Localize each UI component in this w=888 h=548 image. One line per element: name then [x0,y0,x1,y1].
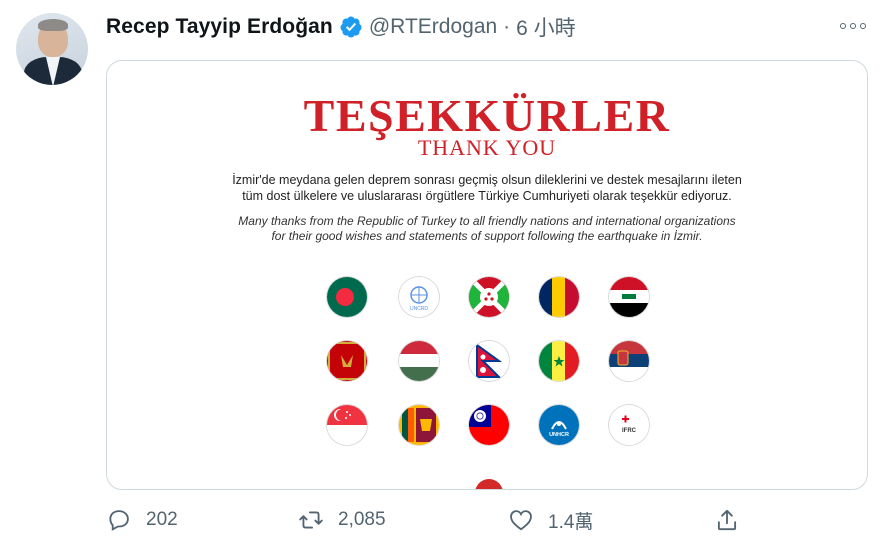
reply-count: 202 [146,509,178,530]
avatar-hair [38,19,68,31]
image-subtitle: THANK YOU [417,135,557,160]
user-handle[interactable]: @RTErdogan [369,15,497,39]
turkish-message: İzmir'de meydana gelen deprem sonrası ge… [197,172,777,204]
retweet-count: 2,085 [338,509,386,530]
flag-chad-icon [539,277,579,317]
un-label: UNCRD [410,306,428,312]
flag-ifrc-icon: IFRC [609,405,649,445]
flag-serbia-icon [609,341,649,381]
flag-un-icon: UNCRD [399,277,439,317]
heart-icon [510,510,532,531]
ifrc-label: IFRC [622,428,637,434]
flag-montenegro-icon [327,341,367,381]
more-dot [860,23,866,29]
display-name[interactable]: Recep Tayyip Erdoğan [106,15,333,39]
profile-avatar[interactable] [16,13,88,85]
english-line: Many thanks from the Republic of Turkey … [238,214,736,228]
flag-nepal-icon [469,341,509,381]
english-line: for their good wishes and statements of … [271,229,703,243]
turkish-line: tüm dost ülkelere ve uluslararası örgütl… [242,189,732,203]
flag-burundi-icon [469,277,509,317]
retweet-button[interactable]: 2,085 [298,504,386,536]
unhcr-label: UNHCR [549,432,569,438]
flag-iraq-icon [609,277,649,317]
flag-hungary-icon [399,341,439,381]
more-options-icon[interactable] [840,14,866,38]
tweet-media-image[interactable]: TEŞEKKÜRLER THANK YOU İzmir'de meydana g… [106,60,868,490]
flag-unhcr-icon: UNHCR [539,405,579,445]
tweet-actions: 202 2,085 1.4萬 [106,504,866,536]
reply-icon [109,510,129,531]
flag-singapore-icon [327,405,367,445]
flag-taiwan-icon [469,405,509,445]
flag-senegal-icon [539,341,579,381]
like-button[interactable]: 1.4萬 [508,504,593,536]
flag-bangladesh-icon [327,277,367,317]
verified-badge-icon [339,15,363,39]
tweet-timestamp[interactable]: 6 小時 [516,12,576,42]
english-message: Many thanks from the Republic of Turkey … [197,214,777,244]
flag-partial-icon [475,479,503,489]
more-dot [850,23,856,29]
like-count: 1.4萬 [548,511,594,533]
reply-button[interactable]: 202 [106,504,178,536]
share-button[interactable] [714,504,754,536]
retweet-icon [299,511,323,529]
turkish-line: İzmir'de meydana gelen deprem sonrası ge… [232,173,742,187]
share-icon [717,509,737,531]
separator-dot: · [503,15,511,38]
tweet-header: Recep Tayyip Erdoğan @RTErdogan · 6 小時 [106,14,576,40]
flag-sri-lanka-icon [399,405,439,445]
more-dot [840,23,846,29]
